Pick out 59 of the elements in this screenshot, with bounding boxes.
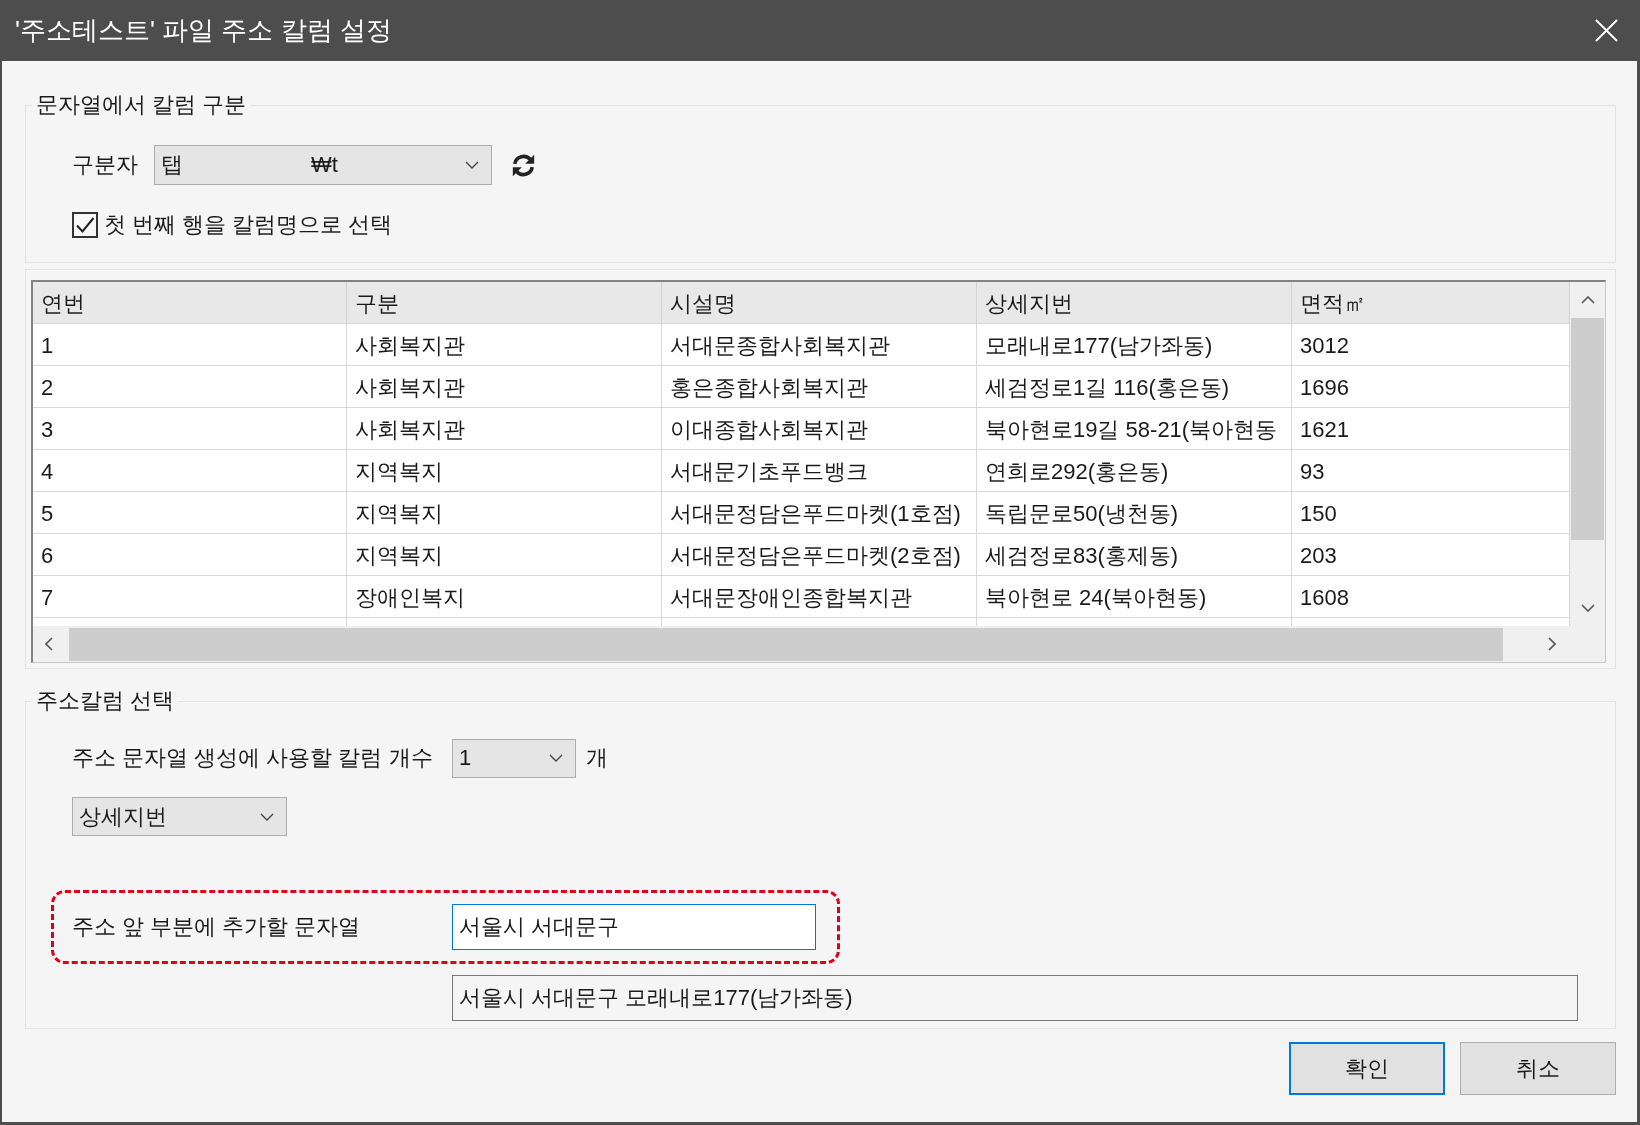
table-cell: 3 xyxy=(33,408,347,450)
column-header[interactable]: 연번 xyxy=(33,282,347,324)
table-cell: 5 xyxy=(33,492,347,534)
table-cell: 지역복지 xyxy=(347,534,662,576)
delimiter-label: 구분자 xyxy=(72,151,139,179)
table-cell: 연희로292(홍은동) xyxy=(977,450,1292,492)
caret-icon xyxy=(549,754,563,762)
unit-label: 개 xyxy=(586,744,608,772)
chevron-right-icon[interactable] xyxy=(1548,637,1556,651)
column-count-label: 주소 문자열 생성에 사용할 칼럼 개수 xyxy=(72,744,434,772)
ok-button[interactable]: 확인 xyxy=(1289,1042,1445,1095)
scrollbar-thumb[interactable] xyxy=(1571,318,1604,540)
text-field[interactable]: 서울시 서대문구 xyxy=(452,904,816,950)
table-cell: 지역복지 xyxy=(347,492,662,534)
column-dropdown[interactable]: 상세지번 xyxy=(72,797,287,836)
column-header[interactable]: 시설명 xyxy=(662,282,977,324)
table-cell: 서대문정담은푸드마켓(1호점) xyxy=(662,492,977,534)
table-cell: 1 xyxy=(33,324,347,366)
table-cell: 4 xyxy=(33,450,347,492)
table-cell: 세검정로1길 116(홍은동) xyxy=(977,366,1292,408)
table-cell: 북아현로19길 58-21(북아현동 xyxy=(977,408,1292,450)
table-cell: 북아현로 24(북아현동) xyxy=(977,576,1292,618)
cancel-button[interactable]: 취소 xyxy=(1460,1042,1616,1095)
table-cell: 세검정로83(홍제동) xyxy=(977,534,1292,576)
table-cell: 서대문기초푸드뱅크 xyxy=(662,450,977,492)
chevron-left-icon[interactable] xyxy=(45,637,53,651)
delimiter-dropdown[interactable]: 탭 ₩t xyxy=(154,145,492,185)
checkbox[interactable] xyxy=(72,212,98,238)
caret-icon xyxy=(260,812,274,821)
table-cell: 지역복지 xyxy=(347,450,662,492)
column-header[interactable]: 상세지번 xyxy=(977,282,1292,324)
table-cell: 7 xyxy=(33,576,347,618)
table-cell: 사회복지관 xyxy=(347,366,662,408)
table-cell: 모래내로177(남가좌동) xyxy=(977,324,1292,366)
table-cell: 홍은종합사회복지관 xyxy=(662,366,977,408)
table-cell: 서대문종합사회복지관 xyxy=(662,324,977,366)
chevron-down-icon[interactable] xyxy=(1580,604,1595,612)
table-cell: 장애인복지 xyxy=(347,576,662,618)
table-cell: 2 xyxy=(33,366,347,408)
column-header[interactable]: 면적㎡ xyxy=(1292,282,1570,324)
prefix-label: 주소 앞 부분에 추가할 문자열 xyxy=(72,913,362,941)
table-cell: 사회복지관 xyxy=(347,408,662,450)
column-count-dropdown[interactable]: 1 xyxy=(452,738,576,778)
window-title: '주소테스트' 파일 주소 칼럼 설정 xyxy=(15,14,392,47)
table-cell: 이대종합사회복지관 xyxy=(662,408,977,450)
column-header[interactable]: 구분 xyxy=(347,282,662,324)
group-title: 주소칼럼 선택 xyxy=(35,687,176,715)
vertical-scrollbar[interactable] xyxy=(1570,282,1605,626)
group-title: 문자열에서 칼럼 구분 xyxy=(35,91,248,119)
table-cell: 6 xyxy=(33,534,347,576)
table-cell: 서대문장애인종합복지관 xyxy=(662,576,977,618)
chevron-up-icon[interactable] xyxy=(1580,296,1595,304)
table-cell: 서대문정담은푸드마켓(2호점) xyxy=(662,534,977,576)
preview-field: 서울시 서대문구 모래내로177(남가좌동) xyxy=(452,975,1578,1021)
table-cell: 사회복지관 xyxy=(347,324,662,366)
close-icon[interactable] xyxy=(1595,19,1618,42)
table-cell: 독립문로50(냉천동) xyxy=(977,492,1292,534)
checkbox-label[interactable]: 첫 번째 행을 칼럼명으로 선택 xyxy=(104,210,393,240)
caret-icon xyxy=(465,161,479,169)
